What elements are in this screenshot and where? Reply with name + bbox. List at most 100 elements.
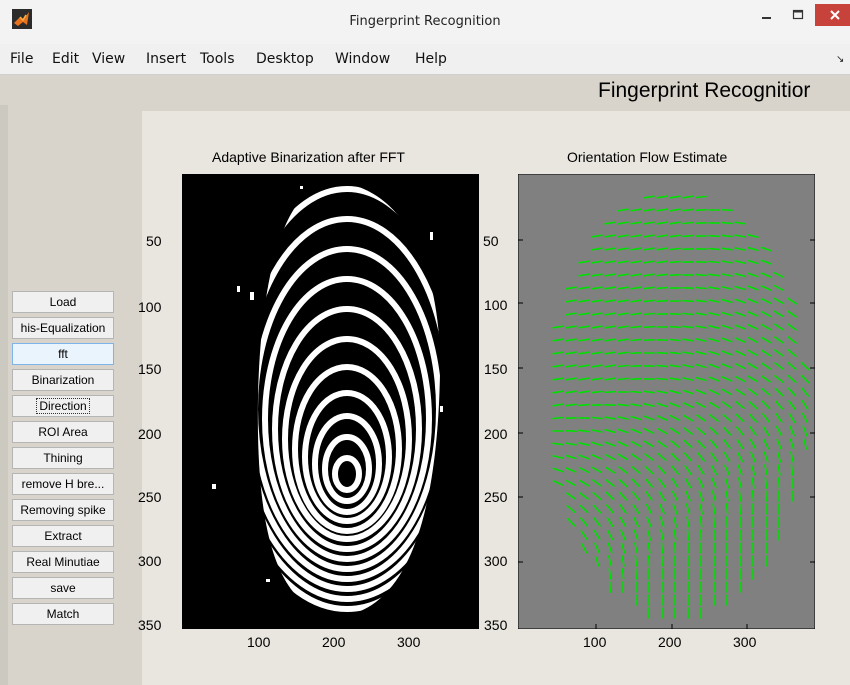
minimize-button[interactable] [752,4,782,26]
flow-segment [656,351,668,355]
left-ytick-150: 150 [138,361,162,377]
flow-segment [604,390,616,394]
right-ytick-300: 300 [484,553,508,569]
menu-insert[interactable]: Insert [146,51,186,67]
binarization-button-label: Binarization [31,373,95,387]
thining-button-label: Thining [43,451,83,465]
flow-segment [630,338,642,342]
flow-segment [708,234,720,238]
flow-segment [656,299,668,303]
his-equalization-button-label: his-Equalization [20,321,106,335]
left-ytick-200: 200 [138,426,162,442]
flow-segment [656,377,668,381]
maximize-icon [792,9,804,20]
flow-segment [643,312,655,316]
right-ytick-100: 100 [484,297,508,313]
flow-segment [669,260,681,264]
menu-desktop[interactable]: Desktop [256,51,314,67]
orientation-axes-title: Orientation Flow Estimate [567,149,728,165]
flow-segment [647,555,651,567]
menu-bar: File Edit View Insert Tools Desktop Wind… [0,44,850,75]
right-ytick-250: 250 [484,489,508,505]
right-ytick-350: 350 [484,617,508,633]
direction-button[interactable]: Direction [12,395,114,417]
flow-segment [751,490,755,502]
flow-segment [712,516,716,528]
load-button-label: Load [49,295,77,309]
left-strip [0,105,8,685]
match-button-label: Match [46,607,80,621]
flow-segment [721,208,733,212]
menu-view[interactable]: View [92,51,125,67]
flow-segment [578,403,590,407]
flow-segment [673,542,677,554]
left-ytick-50: 50 [146,233,162,249]
flow-segment [669,247,681,251]
right-ytick-50: 50 [483,233,499,249]
binarization-button[interactable]: Binarization [12,369,114,391]
real-minutiae-button-label: Real Minutiae [26,555,100,569]
thining-button[interactable]: Thining [12,447,114,469]
flow-segment [621,568,625,580]
save-button[interactable]: save [12,577,114,599]
flow-segment [608,581,612,593]
extract-button[interactable]: Extract [12,525,114,547]
flow-segment [695,273,707,277]
fft-button-label: fft [58,347,68,361]
removing-spike-button[interactable]: Removing spike [12,499,114,521]
binarization-axes-title: Adaptive Binarization after FFT [212,149,405,165]
flow-segment [630,351,642,355]
left-ytick-250: 250 [138,489,162,505]
flow-segment [669,325,681,329]
real-minutiae-button[interactable]: Real Minutiae [12,551,114,573]
right-ytick-200: 200 [484,426,508,442]
save-button-label: save [50,581,76,595]
right-ytick-150: 150 [484,361,508,377]
flow-segment [591,416,603,420]
flow-segment [669,273,681,277]
roi-area-button[interactable]: ROI Area [12,421,114,443]
flow-segment [695,286,707,290]
title-bar: Fingerprint Recognition [0,0,850,45]
close-button[interactable] [815,4,850,26]
flow-segment [617,364,629,368]
figure-heading: Fingerprint Recognitior [598,79,811,102]
menu-tools[interactable]: Tools [200,51,235,67]
maximize-button[interactable] [783,4,813,26]
load-button[interactable]: Load [12,291,114,313]
left-xtick-200: 200 [322,634,346,650]
match-button[interactable]: Match [12,603,114,625]
remove-h-breaks-button[interactable]: remove H bre... [12,473,114,495]
flow-segment [682,299,694,303]
flow-segment [643,325,655,329]
close-icon [830,10,840,20]
left-ytick-350: 350 [138,617,162,633]
menu-window[interactable]: Window [335,51,390,67]
orientation-flow-plot [518,174,815,629]
left-ytick-300: 300 [138,553,162,569]
right-xtick-100: 100 [583,634,607,650]
minimize-icon [762,17,771,19]
his-equalization-button[interactable]: his-Equalization [12,317,114,339]
flow-segment [630,390,642,394]
menu-help[interactable]: Help [415,51,447,67]
flow-segment [777,477,781,489]
flow-segment [552,416,564,420]
roi-area-button-label: ROI Area [38,425,88,439]
menu-file[interactable]: File [10,51,33,67]
left-xtick-100: 100 [247,634,271,650]
right-xtick-200: 200 [658,634,682,650]
flow-segment [682,221,694,225]
flow-segment [682,312,694,316]
right-xtick-300: 300 [733,634,757,650]
extract-button-label: Extract [44,529,82,543]
fft-button[interactable]: fft [12,343,114,365]
dock-arrow-icon[interactable]: ↘ [836,54,844,65]
flow-segment [565,429,577,433]
removing-spike-button-label: Removing spike [20,503,106,517]
flow-segment [656,364,668,368]
menu-edit[interactable]: Edit [52,51,79,67]
direction-button-label: Direction [36,398,90,414]
binarized-fingerprint-image [182,174,479,629]
flow-segment [738,503,742,515]
